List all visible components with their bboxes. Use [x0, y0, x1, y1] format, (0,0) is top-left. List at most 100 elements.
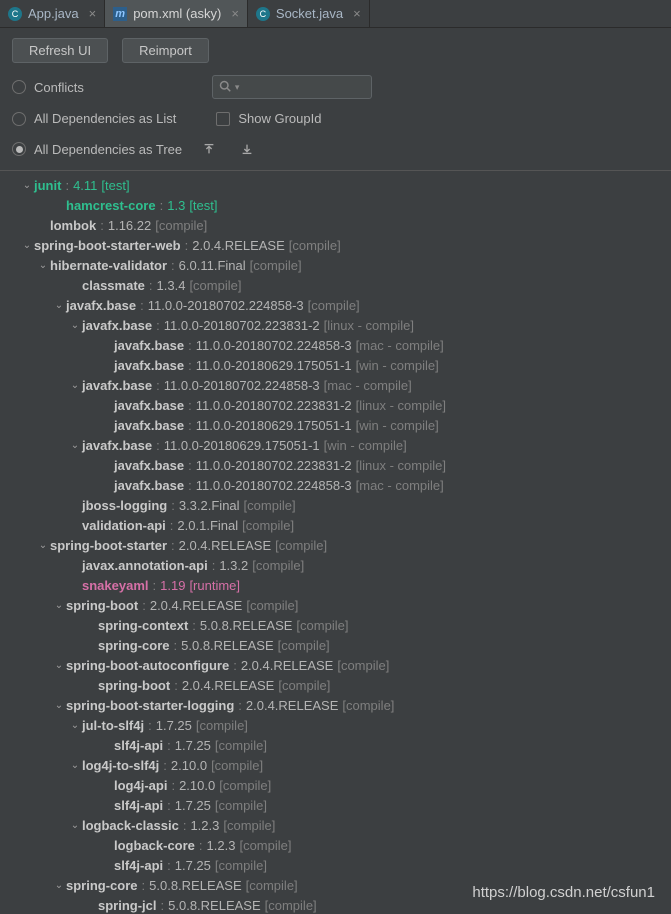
dependency-name: slf4j-api: [114, 798, 163, 813]
tree-node[interactable]: javafx.base:11.0.0-20180702.224858-3 [co…: [0, 295, 671, 315]
dependency-name: javafx.base: [82, 318, 152, 333]
all-deps-tree-radio[interactable]: All Dependencies as Tree: [12, 142, 182, 157]
tree-node[interactable]: slf4j-api:1.7.25 [compile]: [0, 735, 671, 755]
tree-node[interactable]: spring-boot:2.0.4.RELEASE [compile]: [0, 595, 671, 615]
tree-node[interactable]: jboss-logging:3.3.2.Final [compile]: [0, 495, 671, 515]
tab-socket-java[interactable]: C Socket.java ×: [248, 0, 370, 27]
tree-node[interactable]: spring-boot-autoconfigure:2.0.4.RELEASE …: [0, 655, 671, 675]
tab-app-java[interactable]: C App.java ×: [0, 0, 105, 27]
tree-node[interactable]: hibernate-validator:6.0.11.Final [compil…: [0, 255, 671, 275]
toolbar: Refresh UI Reimport: [0, 28, 671, 69]
tree-node[interactable]: junit:4.11 [test]: [0, 175, 671, 195]
dependency-scope: [test]: [101, 178, 129, 193]
dependency-scope: [compile]: [219, 778, 271, 793]
expand-all-icon[interactable]: [198, 138, 220, 160]
chevron-down-icon[interactable]: [52, 600, 66, 611]
separator: :: [188, 458, 192, 473]
tree-node[interactable]: spring-boot-starter-logging:2.0.4.RELEAS…: [0, 695, 671, 715]
tree-node[interactable]: slf4j-api:1.7.25 [compile]: [0, 795, 671, 815]
tree-node[interactable]: jul-to-slf4j:1.7.25 [compile]: [0, 715, 671, 735]
dependency-name: hibernate-validator: [50, 258, 167, 273]
dependency-scope: [compile]: [155, 218, 207, 233]
dependency-name: javafx.base: [114, 398, 184, 413]
tree-node[interactable]: spring-context:5.0.8.RELEASE [compile]: [0, 615, 671, 635]
dependency-version: 2.10.0: [179, 778, 215, 793]
tree-node[interactable]: javax.annotation-api:1.3.2 [compile]: [0, 555, 671, 575]
dependency-version: 2.0.4.RELEASE: [179, 538, 272, 553]
dependency-scope: [compile]: [342, 698, 394, 713]
tab-pom-xml[interactable]: m pom.xml (asky) ×: [105, 0, 248, 27]
chevron-down-icon[interactable]: [52, 300, 66, 311]
dependency-version: 5.0.8.RELEASE: [181, 638, 274, 653]
chevron-down-icon[interactable]: [36, 540, 50, 551]
tree-node[interactable]: log4j-to-slf4j:2.10.0 [compile]: [0, 755, 671, 775]
tree-node[interactable]: javafx.base:11.0.0-20180629.175051-1 [wi…: [0, 435, 671, 455]
dependency-name: javafx.base: [114, 358, 184, 373]
tree-node[interactable]: javafx.base:11.0.0-20180702.224858-3 [ma…: [0, 375, 671, 395]
chevron-down-icon[interactable]: [52, 880, 66, 891]
class-icon: C: [256, 7, 270, 21]
chevron-down-icon[interactable]: [20, 240, 34, 251]
chevron-down-icon[interactable]: [68, 720, 82, 731]
tree-node[interactable]: javafx.base:11.0.0-20180702.224858-3 [ma…: [0, 335, 671, 355]
dependency-version: 1.16.22: [108, 218, 151, 233]
close-icon[interactable]: ×: [89, 6, 97, 21]
dependency-version: 2.0.4.RELEASE: [241, 658, 334, 673]
separator: :: [160, 198, 164, 213]
dependency-version: 1.2.3: [207, 838, 236, 853]
tree-node[interactable]: logback-classic:1.2.3 [compile]: [0, 815, 671, 835]
dependency-name: lombok: [50, 218, 96, 233]
chevron-down-icon[interactable]: [68, 820, 82, 831]
tree-node[interactable]: javafx.base:11.0.0-20180702.223831-2 [li…: [0, 315, 671, 335]
search-field[interactable]: [243, 80, 364, 95]
chevron-down-icon[interactable]: [20, 180, 34, 191]
dependency-version: 1.3: [167, 198, 185, 213]
reimport-button[interactable]: Reimport: [122, 38, 209, 63]
tree-node[interactable]: spring-boot-starter-web:2.0.4.RELEASE [c…: [0, 235, 671, 255]
separator: :: [233, 658, 237, 673]
tree-node[interactable]: spring-boot-starter:2.0.4.RELEASE [compi…: [0, 535, 671, 555]
tree-node[interactable]: hamcrest-core:1.3 [test]: [0, 195, 671, 215]
tree-node[interactable]: log4j-api:2.10.0 [compile]: [0, 775, 671, 795]
dependency-scope: [compile]: [278, 638, 330, 653]
tree-node[interactable]: javafx.base:11.0.0-20180629.175051-1 [wi…: [0, 355, 671, 375]
tree-node[interactable]: validation-api:2.0.1.Final [compile]: [0, 515, 671, 535]
close-icon[interactable]: ×: [231, 6, 239, 21]
dependency-name: junit: [34, 178, 61, 193]
tree-node[interactable]: spring-boot:2.0.4.RELEASE [compile]: [0, 675, 671, 695]
chevron-down-icon[interactable]: [68, 440, 82, 451]
collapse-all-icon[interactable]: [236, 138, 258, 160]
tree-node[interactable]: classmate:1.3.4 [compile]: [0, 275, 671, 295]
chevron-down-icon[interactable]: [52, 660, 66, 671]
dependency-name: javafx.base: [82, 378, 152, 393]
chevron-down-icon[interactable]: [52, 700, 66, 711]
chevron-down-icon[interactable]: [68, 760, 82, 771]
tree-node[interactable]: javafx.base:11.0.0-20180702.223831-2 [li…: [0, 395, 671, 415]
search-input[interactable]: ▾: [212, 75, 372, 99]
tree-node[interactable]: spring-core:5.0.8.RELEASE [compile]: [0, 635, 671, 655]
dependency-name: javafx.base: [114, 338, 184, 353]
dependency-scope: [compile]: [189, 278, 241, 293]
conflicts-radio[interactable]: Conflicts: [12, 80, 84, 95]
dependency-scope: [mac - compile]: [356, 478, 444, 493]
dropdown-icon: ▾: [235, 82, 240, 93]
tree-node[interactable]: slf4j-api:1.7.25 [compile]: [0, 855, 671, 875]
chevron-down-icon[interactable]: [36, 260, 50, 271]
tree-node[interactable]: javafx.base:11.0.0-20180702.223831-2 [li…: [0, 455, 671, 475]
close-icon[interactable]: ×: [353, 6, 361, 21]
tree-node[interactable]: logback-core:1.2.3 [compile]: [0, 835, 671, 855]
refresh-ui-button[interactable]: Refresh UI: [12, 38, 108, 63]
chevron-down-icon[interactable]: [68, 320, 82, 331]
show-groupid-checkbox[interactable]: Show GroupId: [216, 111, 321, 126]
all-deps-list-radio[interactable]: All Dependencies as List: [12, 111, 176, 126]
dependency-version: 11.0.0-20180702.224858-3: [196, 478, 352, 493]
tree-node[interactable]: snakeyaml:1.19 [runtime]: [0, 575, 671, 595]
separator: :: [171, 498, 175, 513]
dependency-version: 1.7.25: [156, 718, 192, 733]
tree-node[interactable]: lombok:1.16.22 [compile]: [0, 215, 671, 235]
tree-node[interactable]: javafx.base:11.0.0-20180702.224858-3 [ma…: [0, 475, 671, 495]
dependency-version: 1.7.25: [175, 798, 211, 813]
dependency-scope: [compile]: [289, 238, 341, 253]
chevron-down-icon[interactable]: [68, 380, 82, 391]
tree-node[interactable]: javafx.base:11.0.0-20180629.175051-1 [wi…: [0, 415, 671, 435]
